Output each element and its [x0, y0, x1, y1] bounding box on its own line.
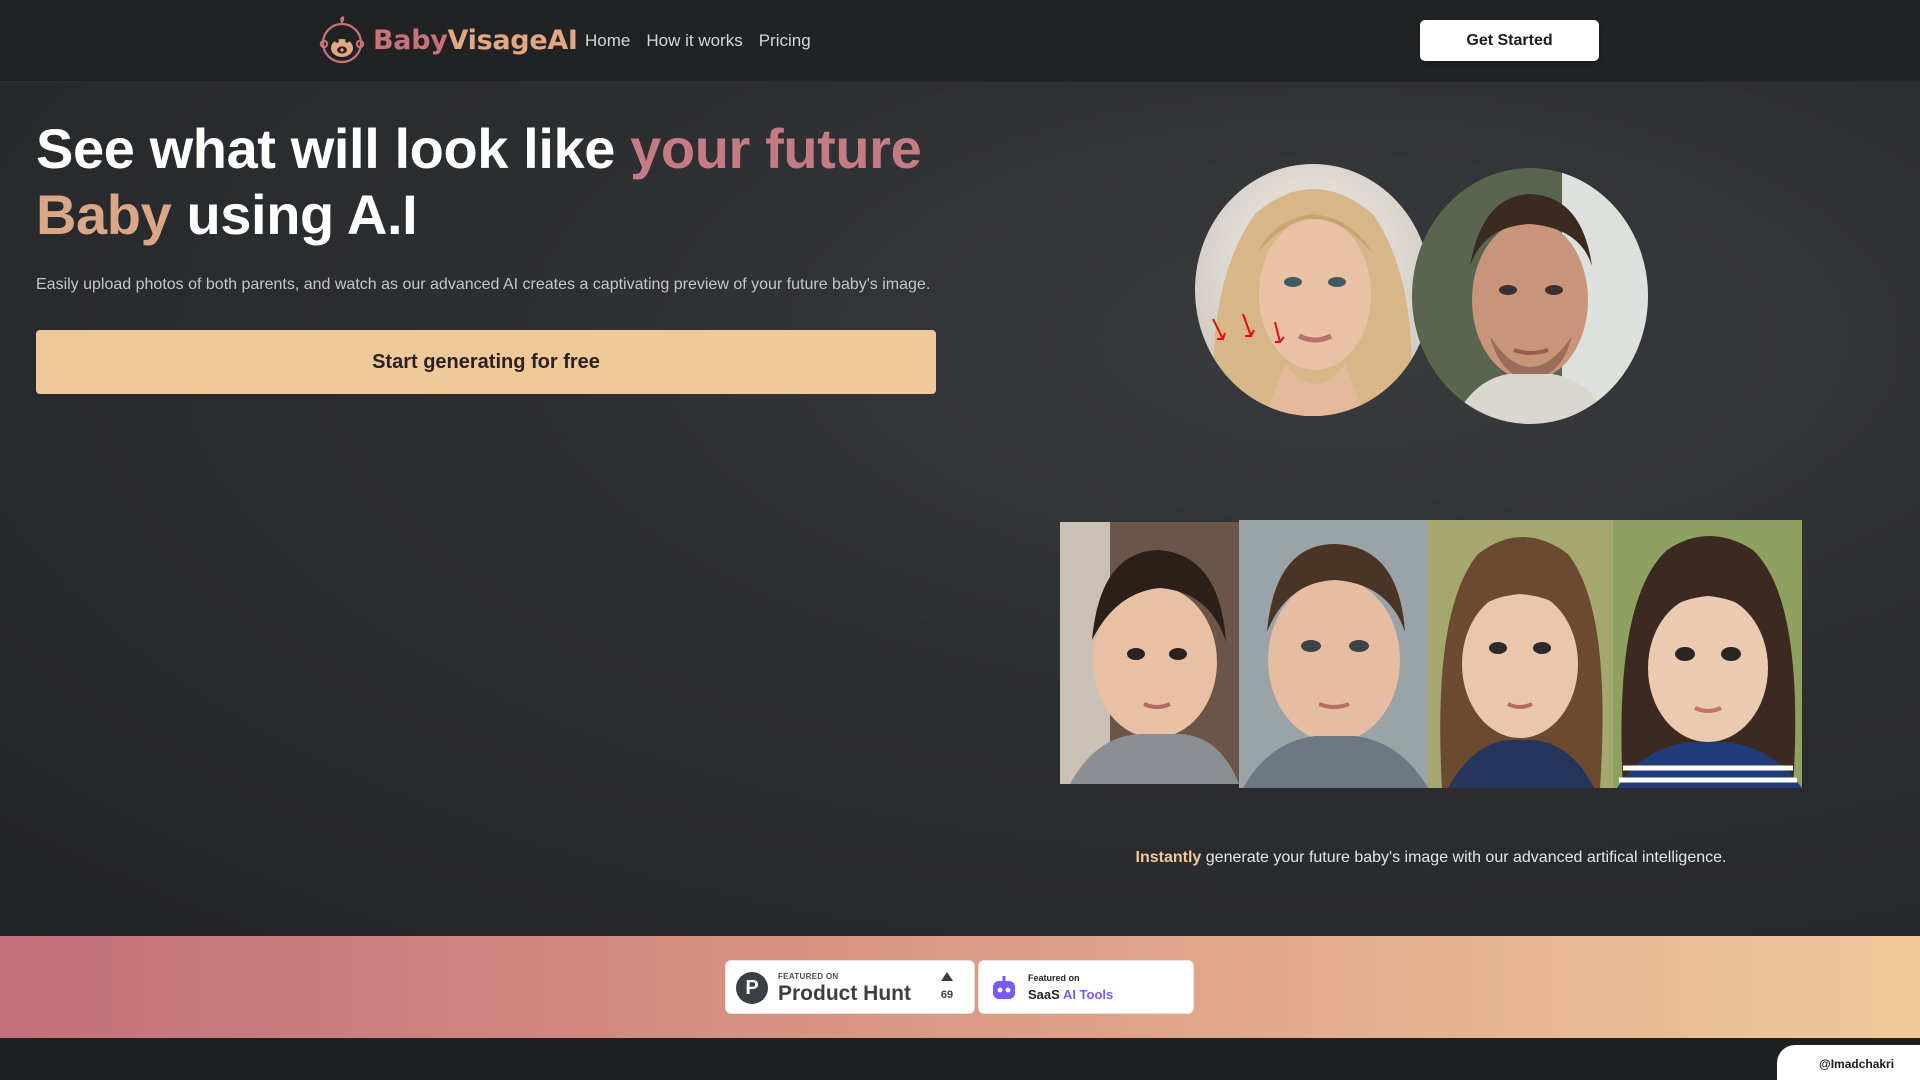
nav-link-pricing[interactable]: Pricing: [759, 31, 811, 51]
saas-ai-tools-badge[interactable]: Featured on SaaS AI Tools: [978, 960, 1194, 1014]
father-photo: [1412, 168, 1648, 424]
baby-photo-4: [1613, 520, 1802, 788]
upvote-count: 69: [940, 989, 954, 1001]
get-started-button[interactable]: Get Started: [1420, 20, 1599, 61]
saas-label: SaaS AI Tools: [1028, 987, 1114, 1002]
logo[interactable]: BabyVisageAI: [317, 13, 578, 67]
robot-icon: [993, 976, 1015, 999]
nav-link-how-it-works[interactable]: How it works: [646, 31, 742, 51]
nav-links: Home How it works Pricing: [585, 31, 811, 51]
hero-caption: Instantly generate your future baby's im…: [1135, 849, 1727, 866]
baby-previews: [1060, 520, 1802, 788]
upvote-arrow-icon: [941, 972, 953, 981]
nav-link-home[interactable]: Home: [585, 31, 630, 51]
start-generating-button[interactable]: Start generating for free: [36, 330, 936, 394]
logo-text: BabyVisageAI: [373, 24, 578, 56]
creator-credit-link[interactable]: @Imadchakri: [1777, 1045, 1920, 1080]
hero-subtitle: Easily upload photos of both parents, an…: [36, 276, 931, 293]
featured-badges-strip: P FEATURED ON Product Hunt 69 Featured o…: [0, 936, 1920, 1038]
mother-photo: [1195, 164, 1431, 416]
product-hunt-icon: P: [736, 972, 768, 1004]
top-navbar: BabyVisageAI Home How it works Pricing G…: [0, 0, 1920, 82]
hero-title: See what will look like your future Baby …: [36, 117, 922, 246]
baby-face-logo-icon: [319, 16, 365, 64]
product-hunt-badge[interactable]: P FEATURED ON Product Hunt 69: [725, 960, 975, 1014]
baby-photo-1: [1060, 522, 1239, 784]
product-hunt-label: Product Hunt: [778, 982, 911, 1005]
saas-small-label: Featured on: [1028, 973, 1080, 983]
baby-photo-3: [1428, 520, 1613, 788]
footer-strip: [0, 1038, 1920, 1080]
baby-photo-2: [1239, 520, 1428, 788]
product-hunt-small-label: FEATURED ON: [778, 972, 839, 981]
